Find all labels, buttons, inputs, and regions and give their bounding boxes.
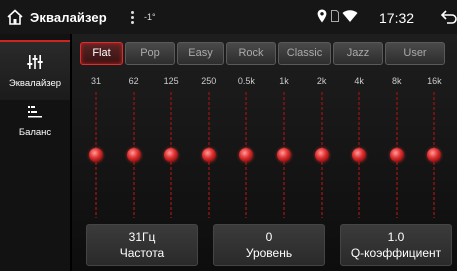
band-slider[interactable]: [89, 92, 103, 218]
status-icons: 17:32: [307, 0, 457, 34]
slider-knob[interactable]: [352, 148, 367, 162]
band-slider[interactable]: [352, 92, 367, 218]
band-slider[interactable]: [389, 92, 404, 218]
frequency-label: 250: [201, 76, 217, 86]
back-icon[interactable]: [441, 9, 457, 24]
sidebar: Эквалайзер Баланс: [0, 34, 70, 271]
preset-pop-button[interactable]: Pop: [125, 42, 175, 65]
q-factor-readout[interactable]: 1.0 Q-коэффициент: [340, 224, 452, 266]
slider-knob[interactable]: [164, 148, 179, 162]
preset-easy-button[interactable]: Easy: [177, 42, 224, 65]
location-icon: [317, 9, 327, 23]
level-caption: Уровень: [245, 246, 293, 260]
home-icon[interactable]: [6, 8, 24, 26]
equalizer-panel: Flat Pop Easy Rock Classic Jazz User 31 6…: [72, 34, 457, 271]
level-value: 0: [265, 230, 273, 244]
slider-knob[interactable]: [201, 148, 216, 162]
sidebar-item-label: Баланс: [18, 127, 52, 138]
slider-knob[interactable]: [89, 148, 103, 162]
frequency-caption: Частота: [119, 246, 165, 260]
app-title: Эквалайзер: [30, 10, 107, 25]
equalizer-sliders-icon: [27, 55, 43, 69]
preset-flat-button[interactable]: Flat: [80, 42, 123, 65]
band-sliders: [72, 92, 457, 218]
clock: 17:32: [379, 10, 415, 26]
slider-knob[interactable]: [126, 148, 141, 162]
frequency-readout[interactable]: 31Гц Частота: [86, 224, 198, 266]
band-slider[interactable]: [427, 92, 442, 218]
frequency-label: 2k: [316, 76, 327, 86]
band-slider[interactable]: [201, 92, 216, 218]
sim-card-icon: [331, 10, 339, 22]
preset-rock-button[interactable]: Rock: [226, 42, 276, 65]
more-menu-icon[interactable]: [128, 8, 136, 26]
status-bar: Эквалайзер -1° 17:32: [0, 0, 457, 34]
slider-knob[interactable]: [389, 148, 404, 162]
preset-bar: Flat Pop Easy Rock Classic Jazz User: [80, 42, 457, 65]
frequency-label: 31: [90, 76, 101, 86]
frequency-label: 16k: [427, 76, 442, 86]
wifi-icon: [342, 10, 358, 22]
q-factor-caption: Q-коэффициент: [350, 246, 442, 260]
sidebar-item-balance[interactable]: Баланс: [0, 104, 70, 144]
frequency-label: 62: [128, 76, 139, 86]
frequency-value: 31Гц: [128, 230, 156, 244]
preset-user-button[interactable]: User: [385, 42, 445, 65]
band-slider[interactable]: [314, 92, 329, 218]
preset-classic-button[interactable]: Classic: [278, 42, 331, 65]
slider-knob[interactable]: [277, 148, 291, 162]
slider-knob[interactable]: [314, 148, 329, 162]
balance-icon: [28, 106, 42, 118]
frequency-label: 1k: [279, 76, 289, 86]
sidebar-item-label: Эквалайзер: [8, 78, 62, 89]
band-slider[interactable]: [164, 92, 179, 218]
band-slider[interactable]: [239, 92, 254, 218]
slider-knob[interactable]: [239, 148, 254, 162]
readout-panel: 31Гц Частота 0 Уровень 1.0 Q-коэффициент: [82, 224, 457, 266]
frequency-label: 0.5k: [237, 76, 255, 86]
frequency-labels: 31 62 125 250 0.5k 1k 2k 4k 8k 16k: [72, 76, 457, 90]
sidebar-item-equalizer[interactable]: Эквалайзер: [0, 40, 70, 100]
preset-jazz-button[interactable]: Jazz: [333, 42, 383, 65]
frequency-label: 8k: [392, 76, 402, 86]
frequency-label: 125: [163, 76, 179, 86]
level-readout[interactable]: 0 Уровень: [213, 224, 325, 266]
band-slider[interactable]: [126, 92, 141, 218]
slider-knob[interactable]: [427, 148, 442, 162]
frequency-label: 4k: [354, 76, 364, 86]
band-slider[interactable]: [277, 92, 291, 218]
q-factor-value: 1.0: [387, 230, 405, 244]
temperature: -1°: [144, 12, 156, 22]
